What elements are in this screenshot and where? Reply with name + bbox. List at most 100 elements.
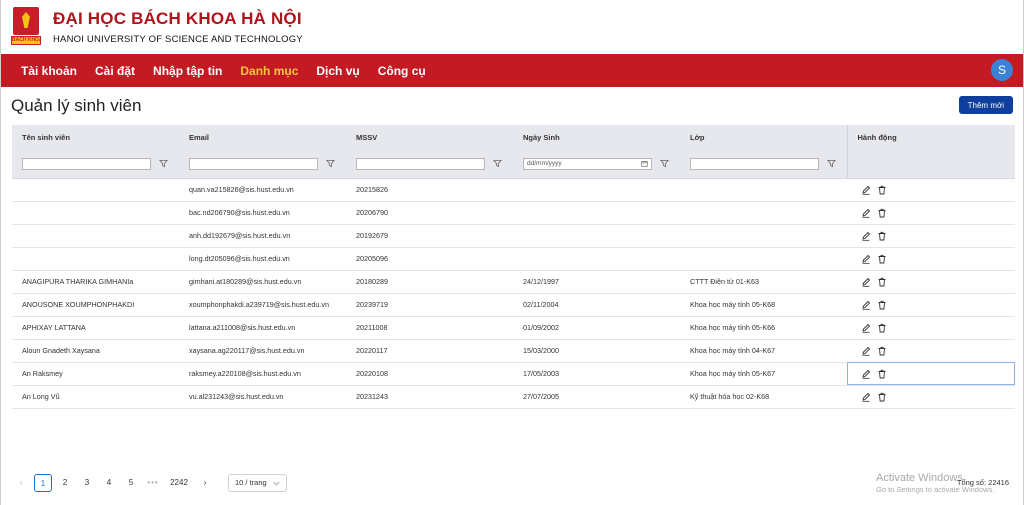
- class-cell: [680, 247, 847, 271]
- nav-item-services[interactable]: Dịch vụ: [316, 64, 359, 78]
- next-page-button[interactable]: ›: [196, 474, 214, 492]
- actions-cell: [847, 247, 1015, 271]
- table-row[interactable]: quan.va215826@sis.hust.edu.vn 20215826: [12, 178, 1015, 202]
- table-row[interactable]: long.dt205096@sis.hust.edu.vn 20205096: [12, 247, 1015, 271]
- email-cell: gimhani.at180289@sis.hust.edu.vn: [179, 270, 346, 294]
- edit-icon[interactable]: [861, 300, 871, 310]
- table-row[interactable]: bac.nd206790@sis.hust.edu.vn 20206790: [12, 201, 1015, 225]
- student-name-cell: [12, 247, 179, 271]
- page-size-select[interactable]: 10 / trang: [228, 474, 287, 492]
- total-count: Tổng số: 22416: [956, 478, 1009, 487]
- jump-next-ellipsis[interactable]: •••: [144, 474, 162, 492]
- table-row[interactable]: APHIXAY LATTANA lattana.a211008@sis.hust.…: [12, 316, 1015, 340]
- page-button-last[interactable]: 2242: [166, 474, 192, 492]
- name-filter-input[interactable]: [22, 157, 151, 170]
- nav-item-catalog[interactable]: Danh mục: [240, 64, 298, 78]
- actions-cell: [847, 362, 1015, 386]
- filter-icon[interactable]: [159, 159, 168, 168]
- dob-cell: 17/05/2003: [513, 362, 680, 386]
- site-header: BÁCH KHOA ĐẠI HỌC BÁCH KHOA HÀ NỘI HANOI…: [1, 0, 1023, 54]
- filter-icon[interactable]: [493, 159, 502, 168]
- class-filter-input[interactable]: [690, 157, 819, 170]
- table-row[interactable]: anh.dd192679@sis.hust.edu.vn 20192679: [12, 224, 1015, 248]
- table-row[interactable]: An Raksmey raksmey.a220108@sis.hust.edu.v…: [12, 362, 1015, 386]
- student-name-cell: [12, 224, 179, 248]
- dob-cell: [513, 201, 680, 225]
- edit-icon[interactable]: [861, 346, 871, 356]
- edit-icon[interactable]: [861, 254, 871, 264]
- class-cell: [680, 201, 847, 225]
- nav-item-import[interactable]: Nhập tập tin: [153, 64, 222, 78]
- table-row[interactable]: An Long Vũ vu.al231243@sis.hust.edu.vn 202…: [12, 385, 1015, 409]
- title-row: Quản lý sinh viên Thêm mới: [1, 87, 1023, 125]
- delete-icon[interactable]: [877, 208, 887, 218]
- delete-icon[interactable]: [877, 231, 887, 241]
- edit-icon[interactable]: [861, 323, 871, 333]
- student-name-cell: ANOUSONE XOUMPHONPHAKDI: [12, 293, 179, 317]
- delete-icon[interactable]: [877, 185, 887, 195]
- prev-page-button[interactable]: ‹: [12, 474, 30, 492]
- dob-cell: 01/09/2002: [513, 316, 680, 340]
- student-name-cell: An Long Vũ: [12, 385, 179, 409]
- mssv-cell: 20239719: [346, 293, 513, 317]
- filter-icon[interactable]: [827, 159, 836, 168]
- add-new-button[interactable]: Thêm mới: [958, 96, 1013, 114]
- column-header-actions: Hành động: [846, 125, 1015, 150]
- nav-item-settings[interactable]: Cài đặt: [95, 64, 135, 78]
- dob-placeholder: dd/mm/yyyy: [527, 159, 562, 167]
- email-cell: anh.dd192679@sis.hust.edu.vn: [179, 224, 346, 248]
- dob-cell: [513, 178, 680, 202]
- calendar-icon[interactable]: [641, 160, 648, 167]
- filter-cell-name: [12, 150, 179, 179]
- students-table: Tên sinh viên Email MSSV Ngày Sinh Lớp H…: [12, 125, 1015, 409]
- students-table-wrap: Tên sinh viên Email MSSV Ngày Sinh Lớp H…: [12, 125, 1015, 409]
- dob-cell: 02/11/2004: [513, 293, 680, 317]
- delete-icon[interactable]: [877, 323, 887, 333]
- page-button-4[interactable]: 4: [100, 474, 118, 492]
- delete-icon[interactable]: [877, 300, 887, 310]
- edit-icon[interactable]: [861, 185, 871, 195]
- table-row[interactable]: ANAGIPURA THARIKA GIMHANIa gimhani.at1802…: [12, 270, 1015, 294]
- column-header-class: Lớp: [680, 125, 847, 150]
- edit-icon[interactable]: [861, 208, 871, 218]
- edit-icon[interactable]: [861, 369, 871, 379]
- actions-cell: [847, 339, 1015, 363]
- edit-icon[interactable]: [861, 277, 871, 287]
- university-logo[interactable]: BÁCH KHOA: [11, 7, 41, 47]
- page-button-1[interactable]: 1: [34, 474, 52, 492]
- nav-item-tools[interactable]: Công cụ: [378, 64, 426, 78]
- logo-text: BÁCH KHOA: [11, 36, 41, 45]
- table-row[interactable]: ANOUSONE XOUMPHONPHAKDI xoumphonphakdi.a2…: [12, 293, 1015, 317]
- delete-icon[interactable]: [877, 277, 887, 287]
- nav-item-accounts[interactable]: Tài khoản: [21, 64, 77, 78]
- delete-icon[interactable]: [877, 254, 887, 264]
- mssv-filter-input[interactable]: [356, 157, 485, 170]
- delete-icon[interactable]: [877, 346, 887, 356]
- filter-cell-class: [680, 150, 847, 179]
- page-button-2[interactable]: 2: [56, 474, 74, 492]
- edit-icon[interactable]: [861, 231, 871, 241]
- delete-icon[interactable]: [877, 392, 887, 402]
- brand-title: ĐẠI HỌC BÁCH KHOA HÀ NỘI: [53, 9, 302, 28]
- filter-icon[interactable]: [326, 159, 335, 168]
- page-button-5[interactable]: 5: [122, 474, 140, 492]
- table-row[interactable]: Aloun Gnadeth Xaysana xaysana.ag220117@si…: [12, 339, 1015, 363]
- actions-cell: [847, 178, 1015, 202]
- email-cell: raksmey.a220108@sis.hust.edu.vn: [179, 362, 346, 386]
- filter-cell-mssv: [346, 150, 513, 179]
- filter-cell-email: [179, 150, 346, 179]
- page-size-value: 10 / trang: [235, 478, 267, 487]
- email-filter-input[interactable]: [189, 157, 318, 170]
- edit-icon[interactable]: [861, 392, 871, 402]
- student-name-cell: ANAGIPURA THARIKA GIMHANIa: [12, 270, 179, 294]
- email-cell: xoumphonphakdi.a239719@sis.hust.edu.vn: [179, 293, 346, 317]
- dob-filter-input[interactable]: dd/mm/yyyy: [523, 157, 652, 170]
- students-table-body: quan.va215826@sis.hust.edu.vn 20215826 bac…: [12, 178, 1015, 409]
- page-button-3[interactable]: 3: [78, 474, 96, 492]
- delete-icon[interactable]: [877, 369, 887, 379]
- user-avatar[interactable]: S: [991, 59, 1013, 81]
- dob-cell: 24/12/1997: [513, 270, 680, 294]
- class-cell: Khoa học máy tính 05-K68: [680, 293, 847, 317]
- filter-icon[interactable]: [660, 159, 669, 168]
- dob-cell: 15/03/2000: [513, 339, 680, 363]
